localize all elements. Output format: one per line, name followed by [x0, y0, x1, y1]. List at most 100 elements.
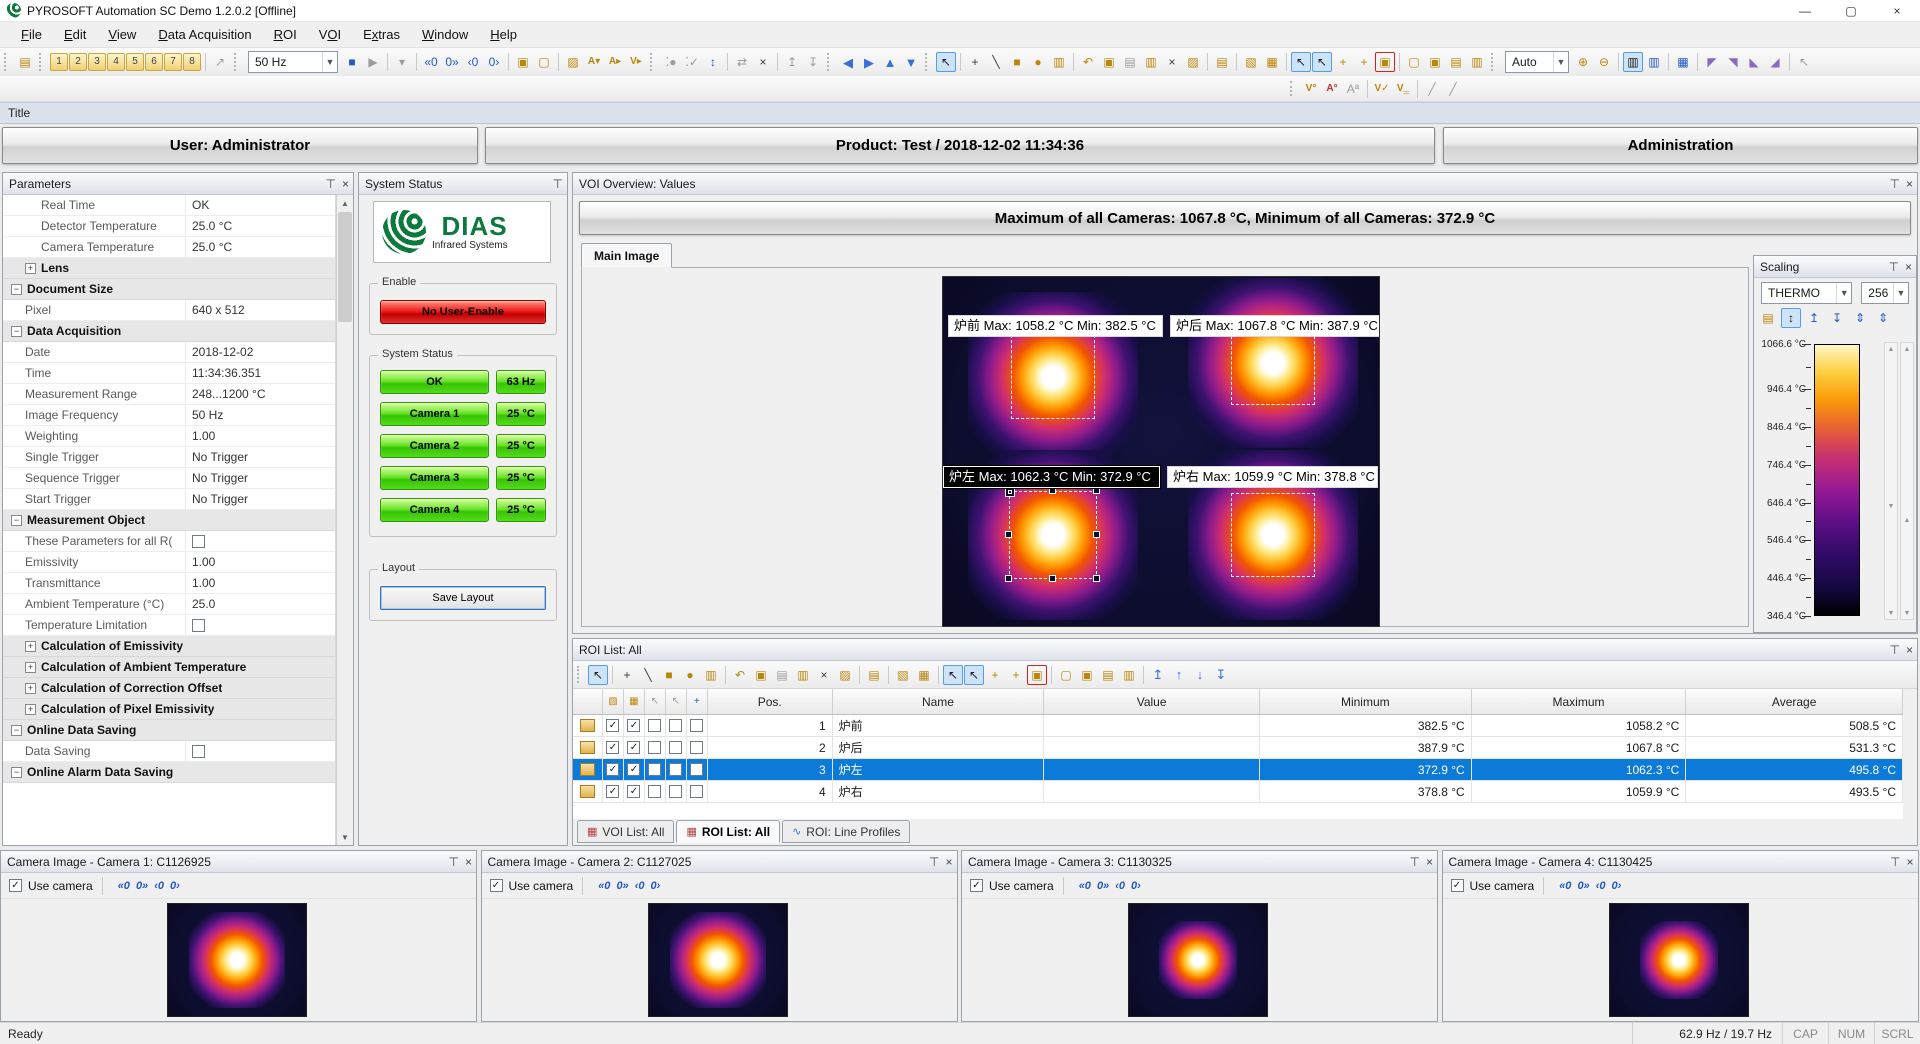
flip-left-icon[interactable]: «0	[596, 880, 612, 892]
paste-icon[interactable]: ▤	[1120, 52, 1140, 72]
save-report-icon[interactable]: ▨	[563, 52, 583, 72]
scroll-up-icon[interactable]: ▲	[337, 195, 353, 211]
roi-region-3[interactable]	[1009, 491, 1097, 579]
checkbox-unchecked[interactable]	[648, 785, 661, 798]
play-forward-icon[interactable]: 0»	[442, 52, 462, 72]
checkbox-checked[interactable]: ✓	[627, 719, 640, 732]
layer-front-icon[interactable]: ▢	[1404, 52, 1424, 72]
parameter-value[interactable]: No Trigger	[185, 447, 335, 467]
view-6-icon[interactable]: 6	[145, 53, 163, 71]
view-2-icon[interactable]: 2	[69, 53, 87, 71]
roi-region-1[interactable]	[1011, 335, 1095, 419]
expand-icon[interactable]: +	[25, 683, 36, 694]
view-5-icon[interactable]: 5	[126, 53, 144, 71]
checkbox-unchecked[interactable]	[192, 619, 205, 632]
parameter-row[interactable]: Data Saving	[3, 741, 335, 762]
scroll-up-icon[interactable]: ▲	[1885, 343, 1897, 355]
flip-right-icon[interactable]: 0»	[1095, 880, 1111, 892]
zoom-in-icon[interactable]: ⊕	[1573, 52, 1593, 72]
pin-icon[interactable]: ⊤	[1889, 260, 1899, 274]
checkbox-checked[interactable]: ✓	[627, 741, 640, 754]
user-enable-status-button[interactable]: No User-Enable	[380, 300, 546, 324]
scale-max-icon[interactable]: ↥	[1804, 308, 1824, 328]
save-snapshot-icon[interactable]: ▢	[534, 52, 554, 72]
maximize-button[interactable]: ▢	[1828, 0, 1874, 22]
parameter-row[interactable]: −Online Alarm Data Saving	[3, 762, 335, 783]
checkbox-cell[interactable]	[666, 715, 687, 736]
parameter-row[interactable]: Date2018-12-02	[3, 342, 335, 363]
full-range-icon[interactable]: ⇕	[1850, 308, 1870, 328]
camera-thermal-image[interactable]	[1128, 903, 1268, 1017]
status-button[interactable]: Camera 1	[380, 402, 489, 426]
row-selector[interactable]	[573, 781, 603, 802]
roi-region-4[interactable]	[1231, 493, 1315, 577]
reset-range-icon[interactable]: ⇕	[1873, 308, 1893, 328]
toolbar-grip[interactable]	[925, 53, 933, 71]
parameter-row[interactable]: Sequence TriggerNo Trigger	[3, 468, 335, 489]
parameter-row[interactable]: −Document Size	[3, 279, 335, 300]
mirror-right-icon[interactable]: 0›	[168, 880, 182, 892]
pin-icon[interactable]: ⊤	[929, 855, 939, 869]
copy-icon[interactable]: ▣	[751, 665, 771, 685]
parameter-row[interactable]: Emissivity1.00	[3, 552, 335, 573]
parameter-value[interactable]: 25.0 °C	[185, 237, 335, 257]
add-ref-roi-icon[interactable]: +	[1354, 52, 1374, 72]
parameter-value[interactable]: OK	[185, 195, 335, 215]
rotate-left-icon[interactable]: ◤	[1702, 52, 1722, 72]
checkbox-cell[interactable]	[687, 715, 708, 736]
parameters-scrollbar[interactable]: ▲ ▼	[336, 195, 353, 845]
tab-roi-line-profiles[interactable]: ∿ROI: Line Profiles	[782, 820, 910, 843]
pin-icon[interactable]: ⊤	[553, 177, 563, 191]
expand-icon[interactable]: +	[25, 641, 36, 652]
product-button[interactable]: Product: Test / 2018-12-02 11:34:36	[485, 127, 1435, 164]
auto-scale-icon[interactable]: ↕	[1781, 308, 1801, 328]
parameter-row[interactable]: −Data Acquisition	[3, 321, 335, 342]
menu-edit[interactable]: Edit	[53, 23, 97, 46]
thermal-main-image[interactable]: 炉前 Max: 1058.2 °C Min: 382.5 °C炉后 Max: 1…	[942, 276, 1380, 627]
checkbox-unchecked[interactable]	[648, 719, 661, 732]
status-button[interactable]: Camera 4	[380, 498, 489, 522]
pin-icon[interactable]: ⊤	[1890, 855, 1900, 869]
nav-right-icon[interactable]: ▶	[859, 52, 879, 72]
checkbox-checked[interactable]: ✓	[606, 763, 619, 776]
move-down-icon[interactable]: ↓	[1190, 665, 1210, 685]
toolbar-grip[interactable]	[577, 666, 585, 683]
draw-point-icon[interactable]: +	[965, 52, 985, 72]
move-bottom-icon[interactable]: ↧	[1211, 665, 1231, 685]
parameter-row[interactable]: Real TimeOK	[3, 195, 335, 216]
roi-label-3[interactable]: 炉左 Max: 1062.3 °C Min: 372.9 °C	[943, 466, 1160, 488]
menu-extras[interactable]: Extras	[352, 23, 411, 46]
col-add-icon[interactable]: +	[688, 693, 705, 710]
flip-left-icon[interactable]: «0	[1077, 880, 1093, 892]
mirror-right-icon[interactable]: 0›	[1609, 880, 1623, 892]
parameter-row[interactable]: Temperature Limitation	[3, 615, 335, 636]
close-button[interactable]: ×	[1874, 0, 1920, 22]
move-top-icon[interactable]: ↥	[1148, 665, 1168, 685]
parameter-row[interactable]: +Calculation of Emissivity	[3, 636, 335, 657]
checkbox-unchecked[interactable]	[690, 719, 703, 732]
checkbox-checked[interactable]: ✓	[606, 719, 619, 732]
roi-table-row[interactable]: ✓✓3炉左372.9 °C1062.3 °C495.8 °C	[573, 759, 1903, 781]
copy-icon[interactable]: ▣	[1099, 52, 1119, 72]
move-up-icon[interactable]: ↑	[1169, 665, 1189, 685]
collapse-icon[interactable]: −	[11, 767, 22, 778]
properties-icon[interactable]: ▤	[864, 665, 884, 685]
acquisition-combo[interactable]: 50 Hz▼	[248, 51, 338, 73]
checkbox-checked[interactable]: ✓	[606, 741, 619, 754]
checkbox-cell[interactable]: ✓	[624, 759, 645, 780]
layer-front-icon[interactable]: ▢	[1056, 665, 1076, 685]
flip-left-icon[interactable]: «0	[116, 880, 132, 892]
resize-handle[interactable]	[1093, 487, 1100, 494]
user-button[interactable]: User: Administrator	[2, 127, 478, 164]
parameter-value[interactable]: No Trigger	[185, 468, 335, 488]
checkbox-checked[interactable]: ✓	[627, 785, 640, 798]
row-selector[interactable]	[573, 715, 603, 736]
row-selector[interactable]	[573, 759, 603, 780]
expand-icon[interactable]: +	[25, 704, 36, 715]
snap-label-icon[interactable]: ↖	[964, 665, 984, 685]
checkbox-checked[interactable]: ✓	[627, 763, 640, 776]
checkbox-unchecked[interactable]	[690, 785, 703, 798]
mirror-right-icon[interactable]: 0›	[648, 880, 662, 892]
status-button[interactable]: Camera 2	[380, 434, 489, 458]
column-header-minimum[interactable]: Minimum	[1260, 689, 1472, 714]
